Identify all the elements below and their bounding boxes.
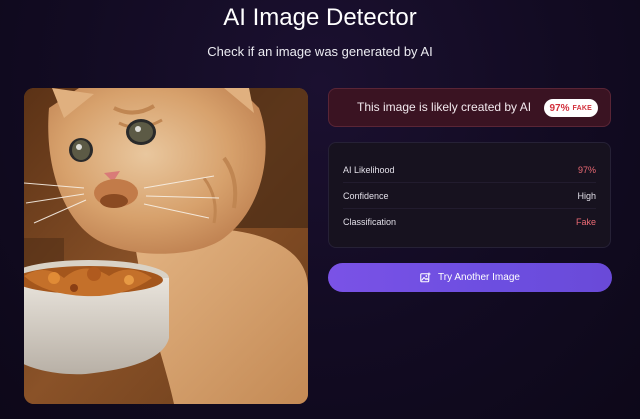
stat-value: 97% [577, 164, 596, 175]
try-another-image-label: Try Another Image [438, 272, 520, 283]
stat-row-confidence: Confidence High [343, 183, 596, 209]
stat-row-classification: Classification Fake [343, 209, 596, 234]
try-another-image-button[interactable]: Try Another Image [328, 263, 612, 292]
stat-value: Fake [575, 216, 596, 227]
stat-label: Confidence [343, 190, 389, 201]
page-subtitle: Check if an image was generated by AI [207, 44, 433, 59]
badge-label: FAKE [572, 104, 592, 112]
image-upload-icon [420, 272, 431, 283]
stats-panel: AI Likelihood 97% Confidence High Classi… [328, 142, 611, 248]
badge-percent: 97% [549, 102, 570, 114]
verdict-badge: 97% FAKE [543, 99, 598, 117]
stat-label: AI Likelihood [343, 164, 395, 175]
result-message: This image is likely created by AI [357, 100, 532, 114]
stat-label: Classification [343, 216, 397, 227]
stat-value: High [577, 190, 596, 201]
uploaded-image-preview [24, 88, 308, 404]
cat-photo-illustration [24, 88, 308, 404]
result-banner: This image is likely created by AI 97% F… [328, 88, 611, 127]
stat-row-ai-likelihood: AI Likelihood 97% [343, 157, 596, 183]
page-title: AI Image Detector [223, 4, 417, 31]
